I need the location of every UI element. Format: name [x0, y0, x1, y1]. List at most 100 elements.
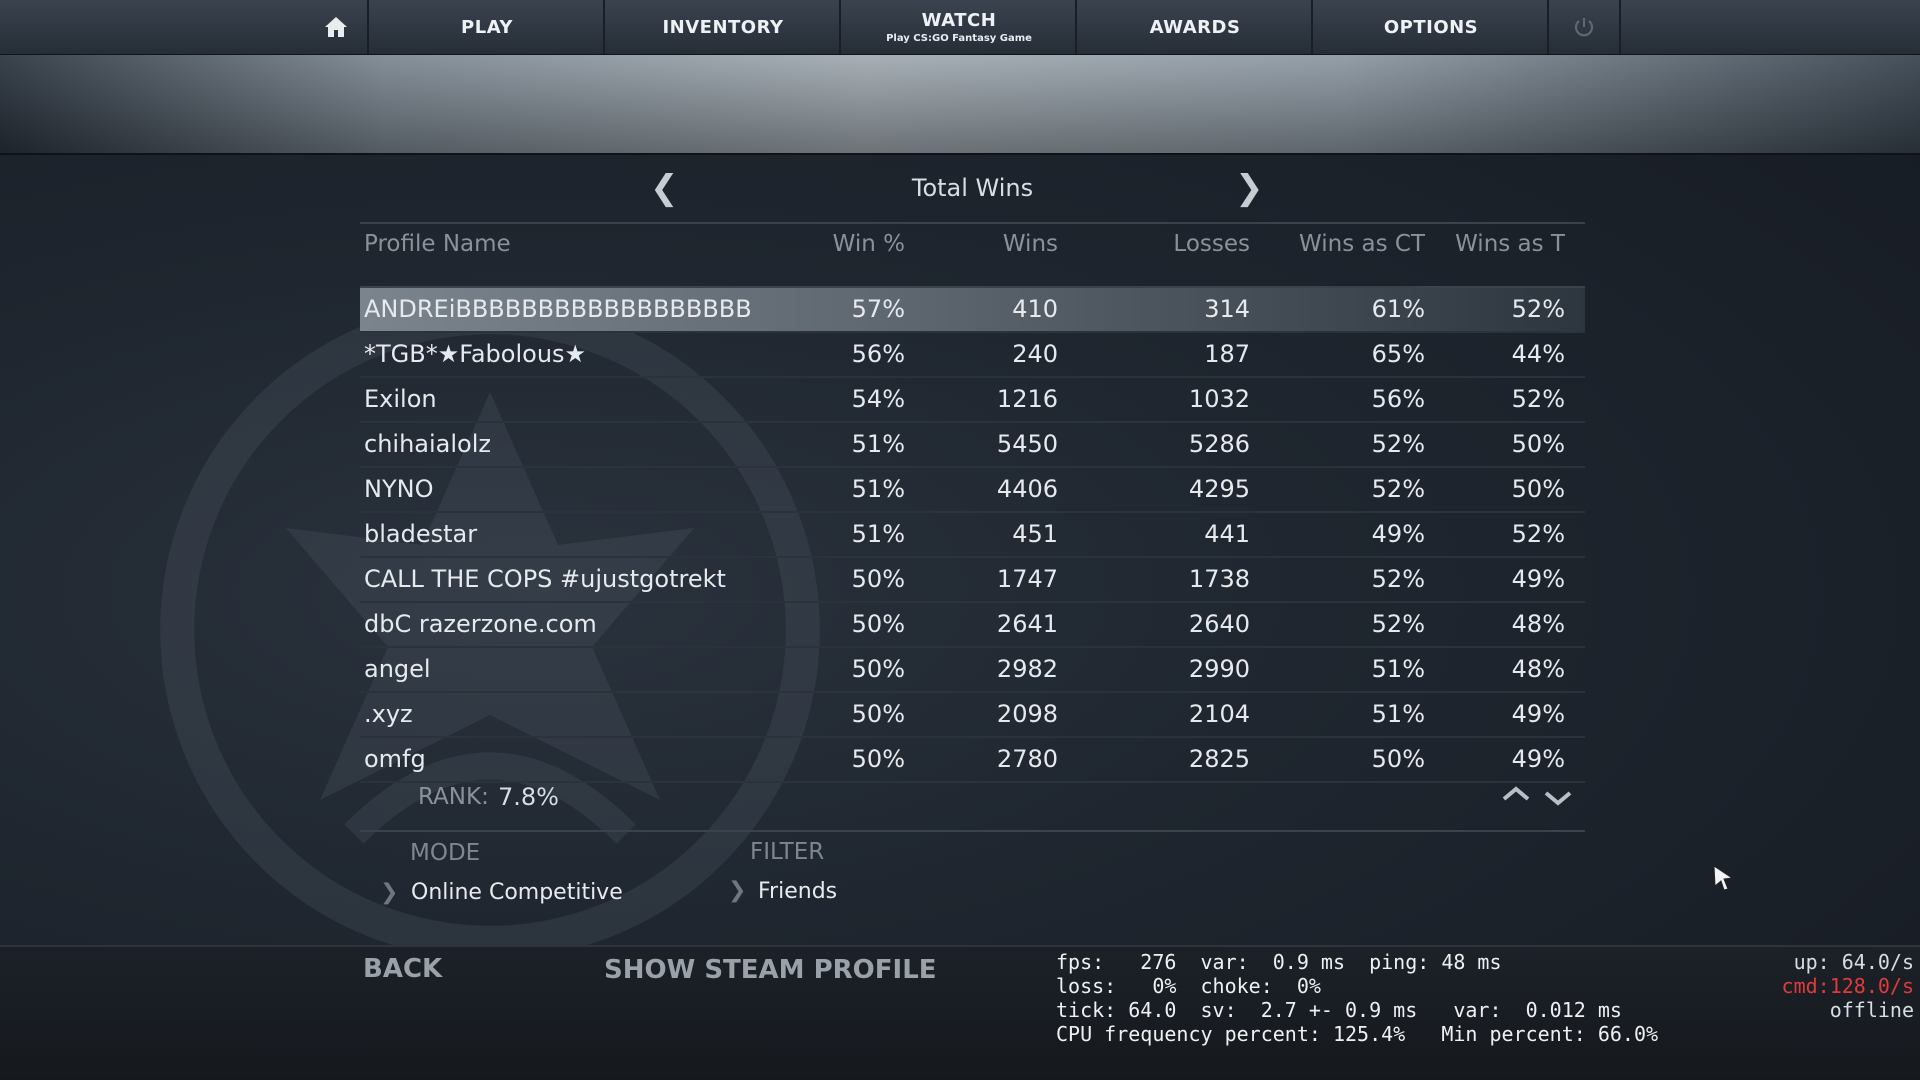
back-button[interactable]: BACK [363, 954, 442, 984]
cell-profile-name: ANDREiBBBBBBBBBBBBBBBBBBBBBBBB [364, 295, 754, 323]
cell-profile-name: Exilon [364, 385, 437, 413]
column-header-wins[interactable]: Wins [920, 224, 1058, 264]
net-graph-line-tick: tick: 64.0 sv: 2.7 +- 0.9 ms var: 0.012 … [1056, 998, 1622, 1022]
game-screen: PLAY INVENTORY WATCH Play CS:GO Fantasy … [0, 0, 1920, 1080]
cell-wins: 410 [1012, 295, 1058, 323]
cell-wins-as-ct: 65% [1371, 340, 1425, 368]
top-navigation-bar: PLAY INVENTORY WATCH Play CS:GO Fantasy … [0, 0, 1920, 55]
nav-awards-label: AWARDS [1149, 16, 1241, 38]
chevron-up-icon[interactable] [1502, 784, 1530, 802]
cell-wins-as-t: 52% [1511, 295, 1565, 323]
cell-win-percent: 56% [851, 340, 905, 368]
cell-profile-name: omfg [364, 745, 426, 773]
leaderboard-rows: ANDREiBBBBBBBBBBBBBBBBBBBBBBBB 57% 410 314 6… [360, 288, 1585, 783]
cell-profile-name: CALL THE COPS #ujustgotrekt [364, 565, 726, 593]
cell-wins-as-t: 50% [1511, 430, 1565, 458]
cell-wins-as-t: 48% [1511, 655, 1565, 683]
table-row[interactable]: ANDREiBBBBBBBBBBBBBBBBBBBBBBBB 57% 410 314 6… [360, 288, 1585, 333]
nav-watch-sublabel: Play CS:GO Fantasy Game [886, 33, 1032, 44]
chevron-down-icon[interactable] [1544, 790, 1572, 808]
cell-losses: 441 [1204, 520, 1250, 548]
net-graph-line-fps: fps: 276 var: 0.9 ms ping: 48 ms [1056, 950, 1502, 974]
cell-profile-name: chihaialolz [364, 430, 491, 458]
cell-wins-as-t: 49% [1511, 700, 1565, 728]
table-row[interactable]: chihaialolz 51% 5450 5286 52% 50% [360, 423, 1585, 468]
home-icon [325, 17, 347, 37]
cell-wins-as-t: 44% [1511, 340, 1565, 368]
table-row[interactable]: *TGB*★Fabolous★ 56% 240 187 65% 44% [360, 333, 1585, 378]
cell-wins-as-t: 50% [1511, 475, 1565, 503]
table-row[interactable]: dbC razerzone.com 50% 2641 2640 52% 48% [360, 603, 1585, 648]
cell-losses: 314 [1204, 295, 1250, 323]
cell-profile-name: bladestar [364, 520, 478, 548]
filter-selector[interactable]: Friends [758, 879, 837, 904]
nav-options-label: OPTIONS [1383, 16, 1479, 38]
cell-profile-name: dbC razerzone.com [364, 610, 597, 638]
cell-wins-as-ct: 51% [1371, 700, 1425, 728]
net-graph-up: up: 64.0/s [1793, 950, 1914, 974]
nav-inventory-label: INVENTORY [662, 16, 784, 38]
nav-awards-button[interactable]: AWARDS [1075, 0, 1313, 54]
table-row[interactable]: Exilon 54% 1216 1032 56% 52% [360, 378, 1585, 423]
cell-wins-as-ct: 52% [1371, 475, 1425, 503]
column-header-wins-as-t[interactable]: Wins as T [1435, 224, 1565, 264]
leaderboard-title: Total Wins [911, 174, 1034, 202]
cell-losses: 1738 [1188, 565, 1250, 593]
cell-wins-as-t: 49% [1511, 565, 1565, 593]
nav-play-button[interactable]: PLAY [367, 0, 605, 54]
header-banner [0, 55, 1920, 155]
cell-win-percent: 54% [851, 385, 905, 413]
cell-wins: 1747 [996, 565, 1058, 593]
cell-wins-as-t: 48% [1511, 610, 1565, 638]
cell-profile-name: NYNO [364, 475, 434, 503]
table-header-row: Profile Name Win % Wins Losses Wins as C… [360, 224, 1585, 288]
power-icon [1574, 18, 1594, 37]
mode-label: MODE [410, 840, 481, 866]
cell-win-percent: 51% [851, 520, 905, 548]
nav-watch-button[interactable]: WATCH Play CS:GO Fantasy Game [839, 0, 1077, 54]
column-header-wins-as-ct[interactable]: Wins as CT [1260, 224, 1425, 264]
cell-losses: 2104 [1188, 700, 1250, 728]
cell-win-percent: 50% [851, 700, 905, 728]
mouse-cursor-icon [1713, 865, 1734, 891]
cell-losses: 2825 [1188, 745, 1250, 773]
cell-win-percent: 50% [851, 610, 905, 638]
cell-wins-as-ct: 52% [1371, 610, 1425, 638]
column-header-profile-name[interactable]: Profile Name [364, 224, 754, 264]
table-row[interactable]: angel 50% 2982 2990 51% 48% [360, 648, 1585, 693]
cell-win-percent: 57% [851, 295, 905, 323]
cell-losses: 4295 [1188, 475, 1250, 503]
show-steam-profile-button[interactable]: SHOW STEAM PROFILE [604, 955, 937, 985]
cell-wins-as-ct: 52% [1371, 430, 1425, 458]
mode-chevron-icon[interactable]: ❯ [380, 880, 398, 905]
table-row[interactable]: .xyz 50% 2098 2104 51% 49% [360, 693, 1585, 738]
cell-wins: 2982 [996, 655, 1058, 683]
cell-win-percent: 51% [851, 430, 905, 458]
home-button[interactable] [305, 0, 367, 54]
next-leaderboard-arrow[interactable]: ❯ [1235, 168, 1264, 208]
cell-wins-as-ct: 61% [1371, 295, 1425, 323]
net-graph-line-loss: loss: 0% choke: 0% [1056, 974, 1321, 998]
table-row[interactable]: omfg 50% 2780 2825 50% 49% [360, 738, 1585, 783]
rank-area: RANK: 7.8% [360, 778, 1585, 832]
table-row[interactable]: NYNO 51% 4406 4295 52% 50% [360, 468, 1585, 513]
net-graph-stats: fps: 276 var: 0.9 ms ping: 48 ms loss: 0%… [1056, 950, 1658, 1046]
cell-wins: 2641 [996, 610, 1058, 638]
net-graph-rates: up: 64.0/s cmd:128.0/s offline [1740, 950, 1914, 1022]
power-button[interactable] [1547, 0, 1621, 54]
filter-chevron-icon[interactable]: ❯ [728, 878, 746, 903]
table-row[interactable]: CALL THE COPS #ujustgotrekt 50% 1747 1738 52… [360, 558, 1585, 603]
column-header-losses[interactable]: Losses [1070, 224, 1250, 264]
mode-selector[interactable]: Online Competitive [411, 880, 623, 905]
column-header-win-percent[interactable]: Win % [780, 224, 905, 264]
cell-wins-as-t: 49% [1511, 745, 1565, 773]
cell-wins: 2780 [996, 745, 1058, 773]
table-row[interactable]: bladestar 51% 451 441 49% 52% [360, 513, 1585, 558]
cell-win-percent: 50% [851, 565, 905, 593]
cell-losses: 2990 [1188, 655, 1250, 683]
nav-options-button[interactable]: OPTIONS [1311, 0, 1549, 54]
cell-losses: 5286 [1188, 430, 1250, 458]
nav-inventory-button[interactable]: INVENTORY [603, 0, 841, 54]
cell-wins: 4406 [996, 475, 1058, 503]
cell-losses: 2640 [1188, 610, 1250, 638]
